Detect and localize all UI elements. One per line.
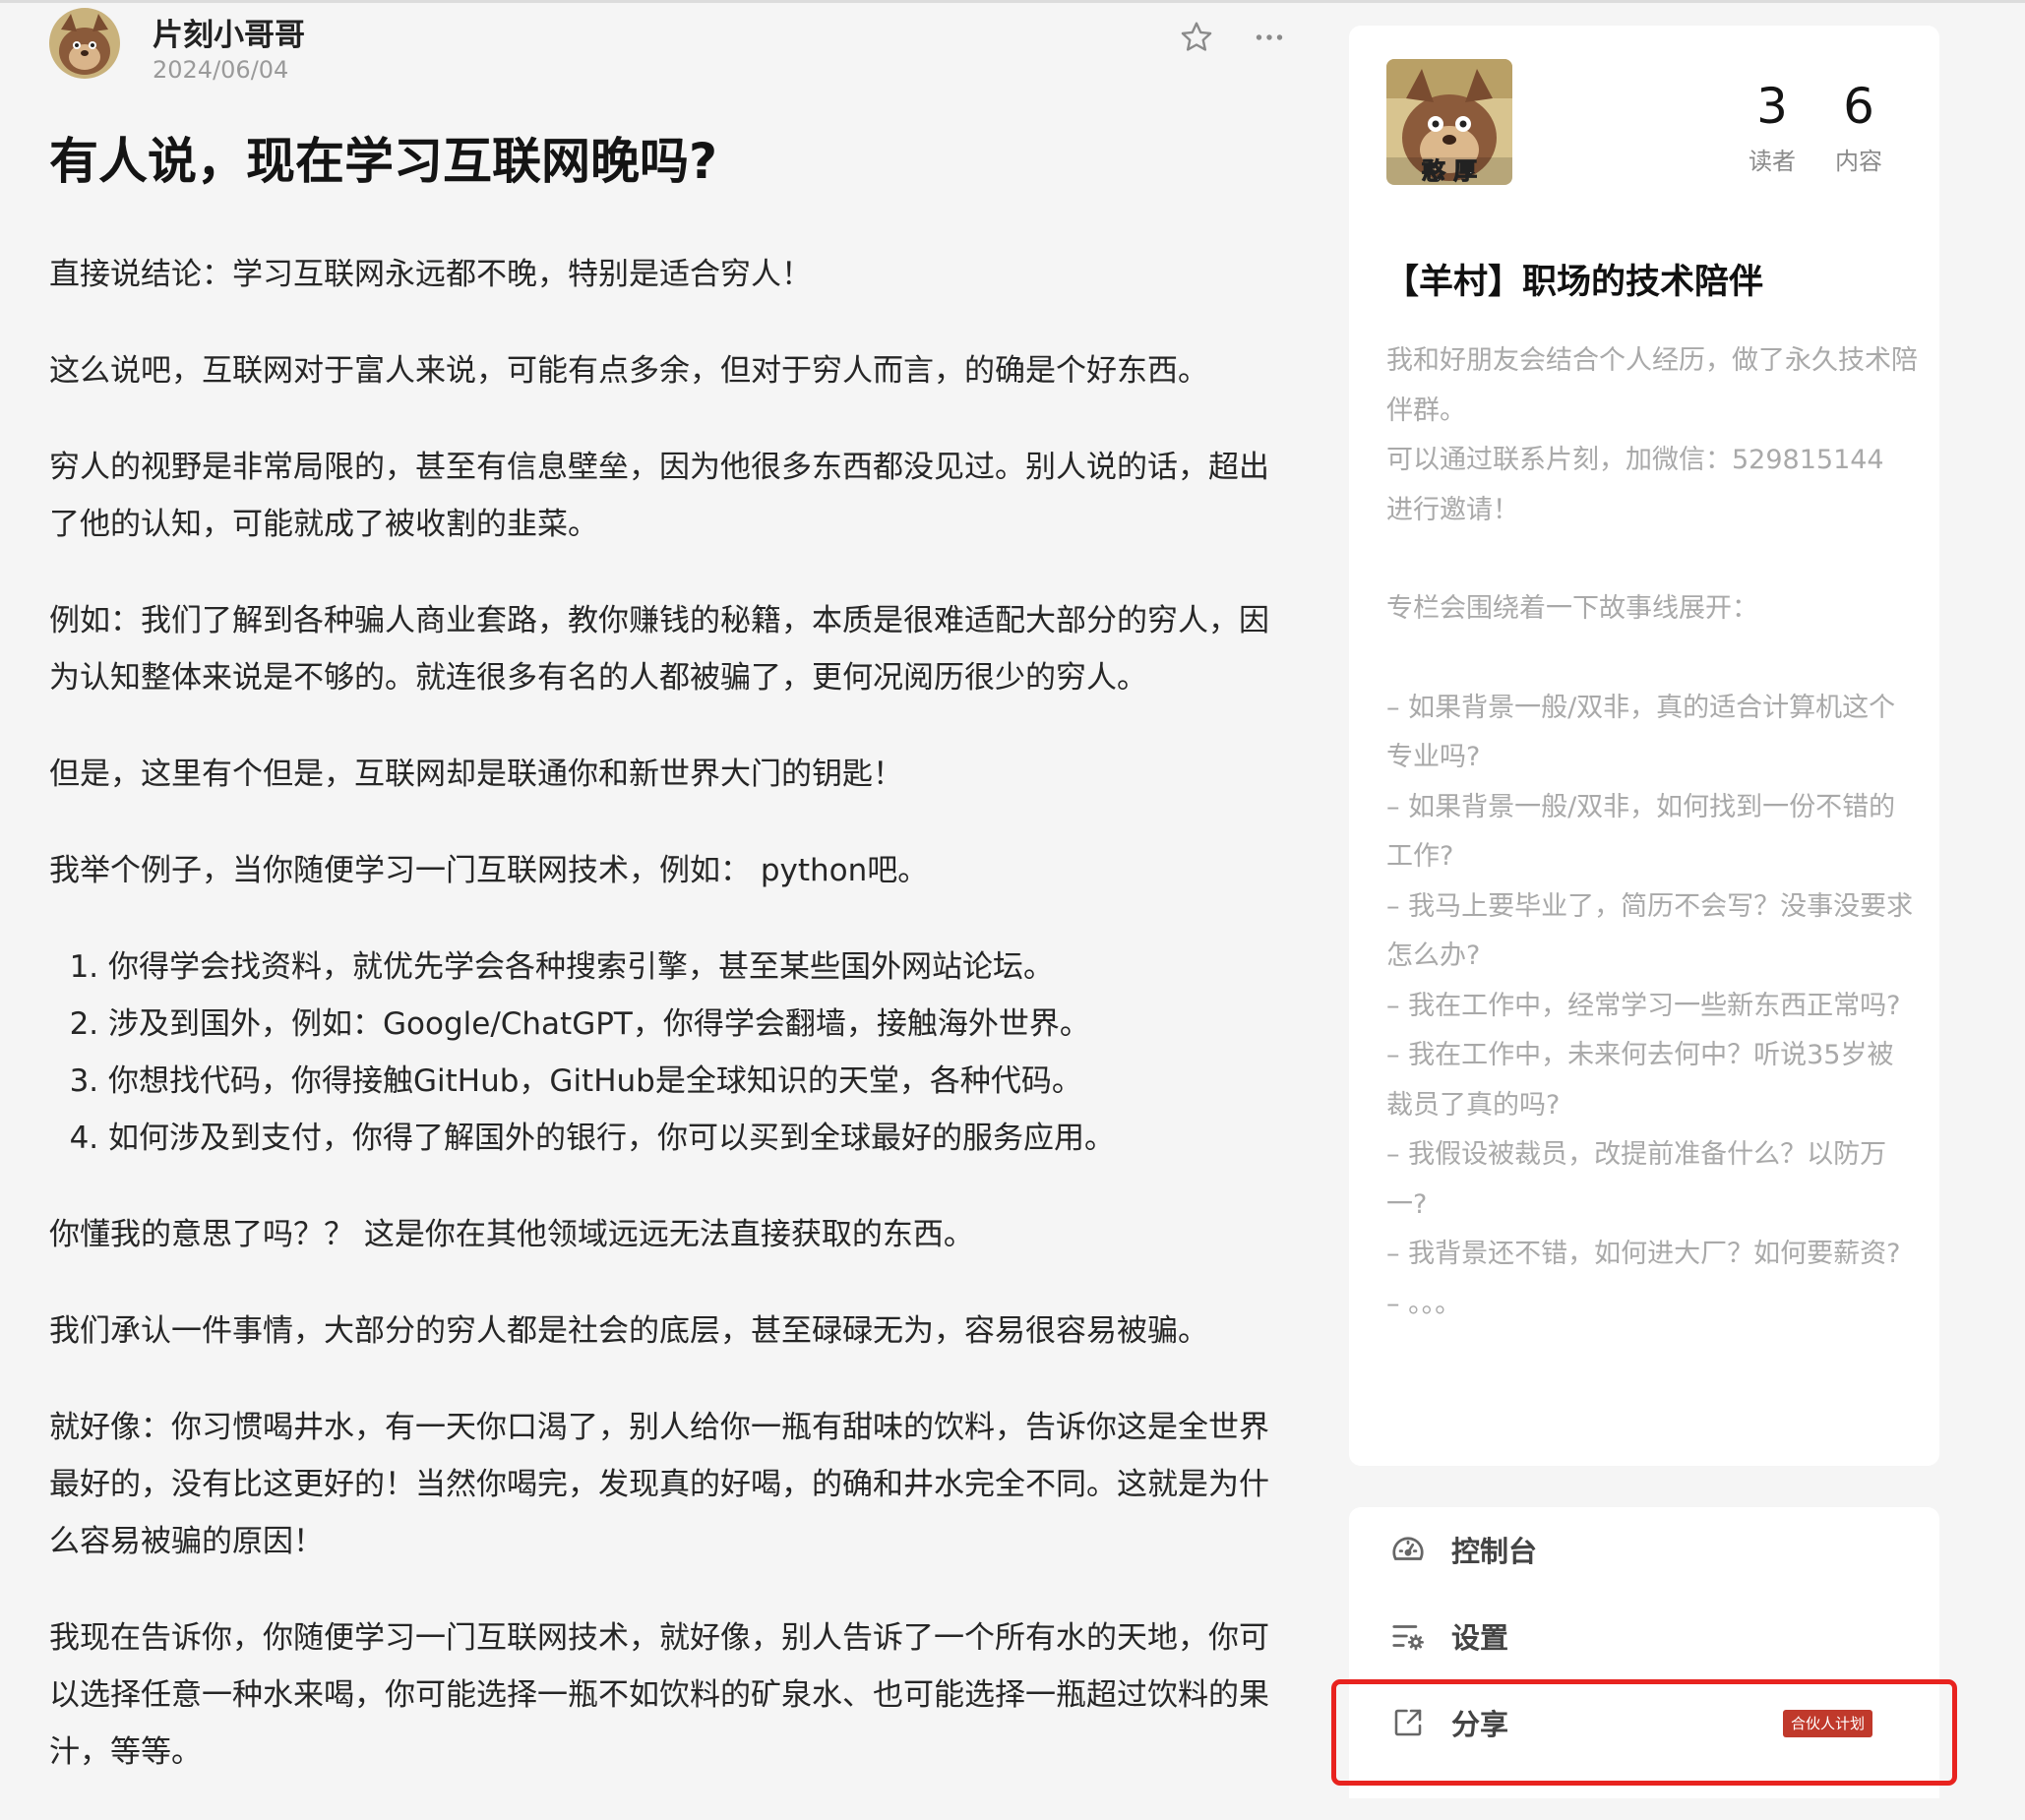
column-title: 【羊村】职场的技术陪伴 xyxy=(1384,263,1764,302)
cover-caption: 憨 厚 xyxy=(1422,157,1477,185)
menu-item-settings[interactable]: 设置 xyxy=(1388,1607,1900,1666)
paragraph: 直接说结论：学习互联网永远都不晚，特别是适合穷人！ xyxy=(49,257,812,292)
column-info-card: 憨 厚 3 读者 6 内容 【羊村】职场的技术陪伴 我和好朋友会结合个人经历，做… xyxy=(1349,26,1939,1466)
desc-item: – 我假设被裁员，改提前准备什么？以防万一? xyxy=(1386,1139,1887,1220)
readers-stat[interactable]: 3 读者 xyxy=(1728,77,1816,176)
paragraph: 但是，这里有个但是，互联网却是联通你和新世界大门的钥匙！ xyxy=(49,757,903,792)
menu-item-console[interactable]: 控制台 xyxy=(1388,1520,1900,1579)
desc-item: – 我马上要毕业了，简历不会写？没事没要求怎么办? xyxy=(1386,890,1914,972)
desc-item: – 如果背景一般/双非，真的适合计算机这个专业吗? xyxy=(1386,692,1896,773)
author-name[interactable]: 片刻小哥哥 xyxy=(153,10,305,54)
more-options-button[interactable] xyxy=(1252,20,1287,55)
settings-list-gear-icon xyxy=(1388,1616,1428,1656)
desc-item: – 我背景还不错，如何进大厂？如何要薪资? xyxy=(1386,1239,1901,1269)
desc-item: – 如果背景一般/双非，如何找到一份不错的工作? xyxy=(1386,791,1896,873)
list-item: 你想找代码，你得接触GitHub，GitHub是全球知识的天堂，各种代码。 xyxy=(108,1053,1289,1110)
paragraph: 穷人的视野是非常局限的，甚至有信息壁垒，因为他很多东西都没见过。别人说的话，超出… xyxy=(49,450,1269,542)
desc-item: – 。。。 xyxy=(1386,1288,1462,1319)
readers-label: 读者 xyxy=(1749,148,1796,175)
paragraph: 例如：我们了解到各种骗人商业套路，教你赚钱的秘籍，本质是很难适配大部分的穷人，因… xyxy=(49,603,1269,696)
article-title: 有人说，现在学习互联网晚吗? xyxy=(49,133,718,190)
dashboard-gauge-icon xyxy=(1388,1530,1428,1569)
paragraph: 我现在告诉你，你随便学习一门互联网技术，就好像，别人告诉了一个所有水的天地，你可… xyxy=(49,1620,1269,1770)
numbered-list: 你得学会找资料，就优先学会各种搜索引擎，甚至某些国外网站论坛。 涉及到国外，例如… xyxy=(49,939,1289,1167)
publish-date: 2024/06/04 xyxy=(153,56,289,84)
desc-line: 可以通过联系片刻，加微信：529815144 进行邀请！ xyxy=(1386,445,1884,525)
paragraph: 这么说吧，互联网对于富人来说，可能有点多余，但对于穷人而言，的确是个好东西。 xyxy=(49,353,1208,389)
paragraph: 就好像：你习惯喝井水，有一天你口渴了，别人给你一瓶有甜味的饮料，告诉你这是全世界… xyxy=(49,1410,1269,1559)
menu-label-settings: 设置 xyxy=(1451,1621,1509,1655)
contents-count: 6 xyxy=(1843,78,1874,135)
article-body: 直接说结论：学习互联网永远都不晚，特别是适合穷人！ 这么说吧，互联网对于富人来说… xyxy=(49,246,1289,1820)
desc-item: – 我在工作中，经常学习一些新东西正常吗? xyxy=(1386,990,1901,1021)
paragraph: 你懂我的意思了吗？？ 这是你在其他领域远远无法直接获取的东西。 xyxy=(49,1217,974,1252)
paragraph: 我们承认一件事情，大部分的穷人都是社会的底层，甚至碌碌无为，容易很容易被骗。 xyxy=(49,1313,1208,1349)
menu-label-console: 控制台 xyxy=(1451,1535,1538,1568)
top-divider xyxy=(0,0,2025,3)
partner-program-badge[interactable]: 合伙人计划 xyxy=(1783,1710,1873,1737)
author-avatar[interactable] xyxy=(49,8,120,79)
contents-label: 内容 xyxy=(1835,148,1882,175)
readers-count: 3 xyxy=(1756,78,1788,135)
desc-lead: 专栏会围绕着一下故事线展开： xyxy=(1386,593,1758,624)
paragraph: 我举个例子，当你随便学习一门互联网技术，例如： python吧。 xyxy=(49,853,929,888)
list-item: 如何涉及到支付，你得了解国外的银行，你可以买到全球最好的服务应用。 xyxy=(108,1110,1289,1167)
column-cover[interactable]: 憨 厚 xyxy=(1386,59,1512,185)
star-icon xyxy=(1181,22,1212,51)
column-description: 我和好朋友会结合个人经历，做了永久技术陪伴群。 可以通过联系片刻，加微信：529… xyxy=(1386,336,1918,1329)
menu-label-share: 分享 xyxy=(1451,1708,1509,1741)
desc-item: – 我在工作中，未来何去何中？听说35岁被裁员了真的吗? xyxy=(1386,1040,1894,1121)
list-item: 涉及到国外，例如：Google/ChatGPT，你得学会翻墙，接触海外世界。 xyxy=(108,996,1289,1053)
more-dots-icon xyxy=(1256,34,1283,40)
favorite-button[interactable] xyxy=(1179,20,1214,55)
share-icon xyxy=(1388,1703,1428,1742)
list-item: 你得学会找资料，就优先学会各种搜索引擎，甚至某些国外网站论坛。 xyxy=(108,939,1289,996)
contents-stat[interactable]: 6 内容 xyxy=(1814,77,1903,176)
desc-line: 我和好朋友会结合个人经历，做了永久技术陪伴群。 xyxy=(1386,345,1918,426)
